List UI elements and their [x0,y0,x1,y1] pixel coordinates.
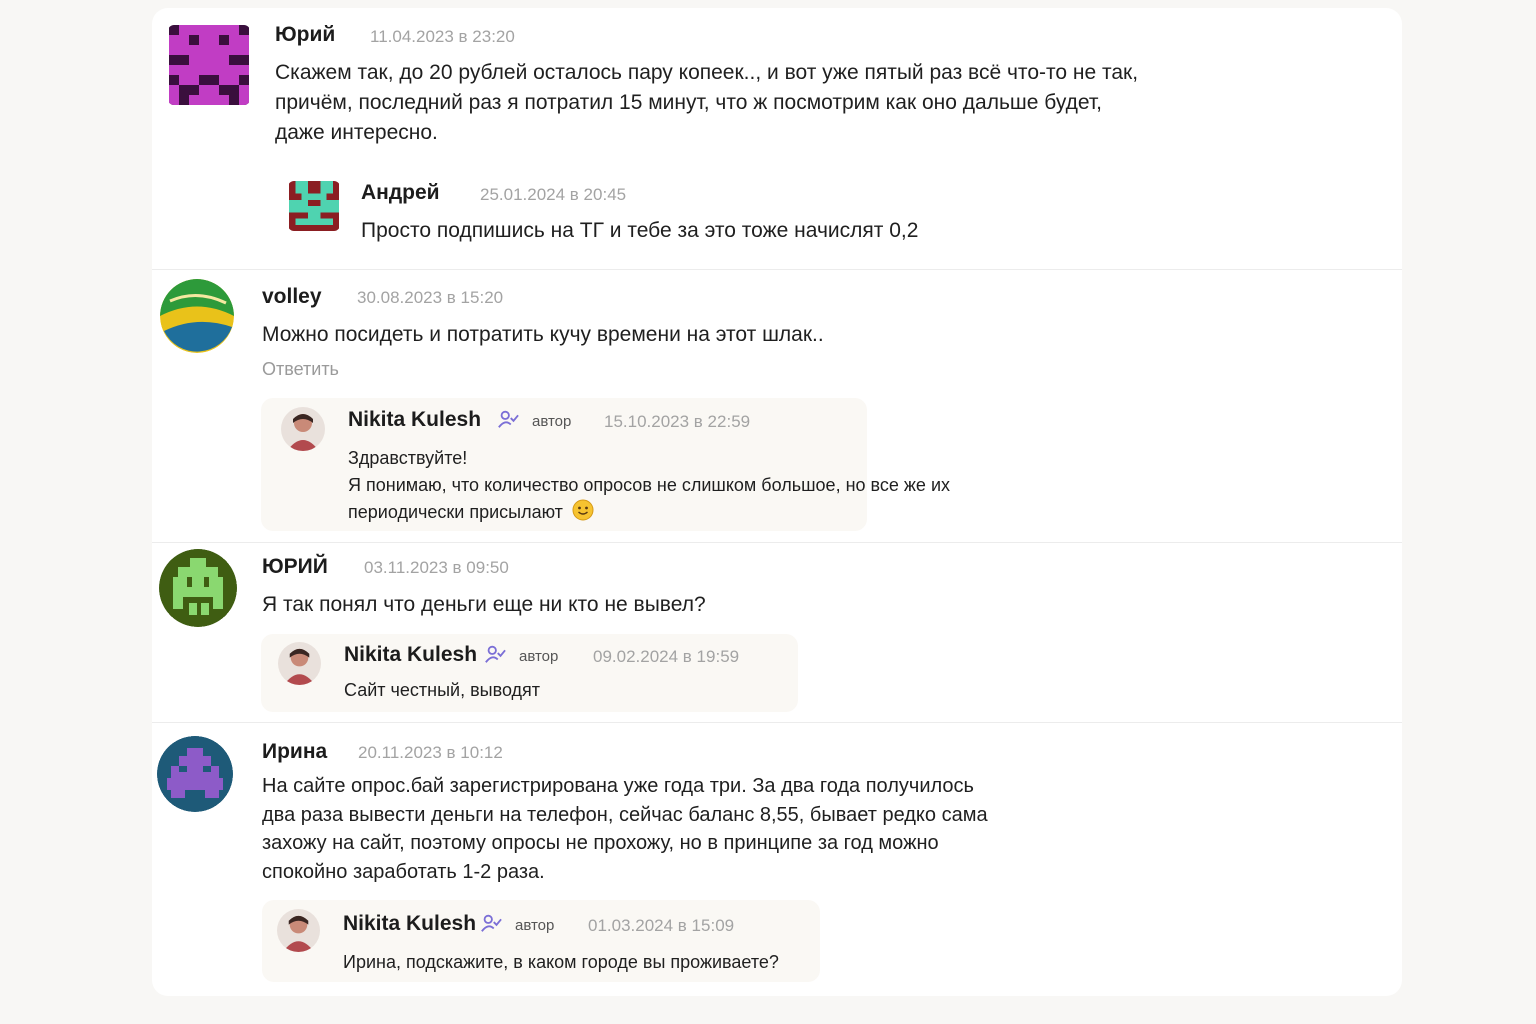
comment-divider [152,269,1402,270]
reply-text-line: Здравствуйте! [348,448,468,468]
avatar-nikita[interactable] [278,642,321,685]
comment-date: 03.11.2023 в 09:50 [364,558,509,577]
avatar-yuriy[interactable] [168,25,250,105]
reply-date: 01.03.2024 в 15:09 [588,916,735,935]
author-badge: автор [519,648,559,665]
reply-date: 25.01.2024 в 20:45 [480,185,627,204]
comment-date: 20.11.2023 в 10:12 [358,743,503,762]
reply-author-name[interactable]: Nikita Kulesh [343,912,476,936]
avatar-nikita[interactable] [277,909,320,952]
reply-text: Просто подпишись на ТГ и тебе за это тож… [361,219,919,242]
author-badge: автор [515,917,555,934]
reply-text: Сайт честный, выводят [344,680,541,700]
comment-date: 30.08.2023 в 15:20 [357,288,504,307]
reply-date: 15.10.2023 в 22:59 [604,412,751,431]
author-user-check-icon [485,645,506,663]
author-user-check-icon [498,410,519,428]
comment-divider [152,722,1402,723]
author-user-check-icon [481,914,502,932]
reply-button[interactable]: Ответить [262,359,339,380]
comment-text: Можно посидеть и потратить кучу времени … [262,323,824,346]
reply-text-line: Я понимаю, что количество опросов не сли… [348,475,950,495]
comment-author-name[interactable]: ЮРИЙ [262,555,328,579]
avatar-yuriy-caps[interactable] [159,549,237,627]
reply-text-line-last: периодически присылают [348,499,594,526]
reply-text-line: периодически присылают [348,502,563,522]
reply-author-name[interactable]: Nikita Kulesh [348,408,481,432]
comment-author-name[interactable]: Юрий [275,23,335,47]
avatar-nikita[interactable] [281,407,325,451]
smiley-emoji-icon [572,499,594,521]
comment-author-name[interactable]: Ирина [262,740,327,764]
avatar-volley[interactable] [160,279,234,353]
reply-date: 09.02.2024 в 19:59 [593,647,740,666]
reply-author-name[interactable]: Nikita Kulesh [344,643,477,667]
comment-date: 11.04.2023 в 23:20 [370,27,515,46]
avatar-andrey[interactable] [288,181,340,231]
author-badge: автор [532,413,572,430]
comment-text: Я так понял что деньги еще ни кто не выв… [262,593,706,616]
reply-text: Ирина, подскажите, в каком городе вы про… [343,952,779,972]
reply-author-name[interactable]: Андрей [361,181,440,205]
comment-divider [152,542,1402,543]
comment-text: Скажем так, до 20 рублей осталось пару к… [275,61,1139,144]
avatar-irina[interactable] [157,736,233,812]
comment-text: На сайте опрос.бай зарегистрирована уже … [262,775,988,883]
comment-author-name[interactable]: volley [262,285,322,309]
